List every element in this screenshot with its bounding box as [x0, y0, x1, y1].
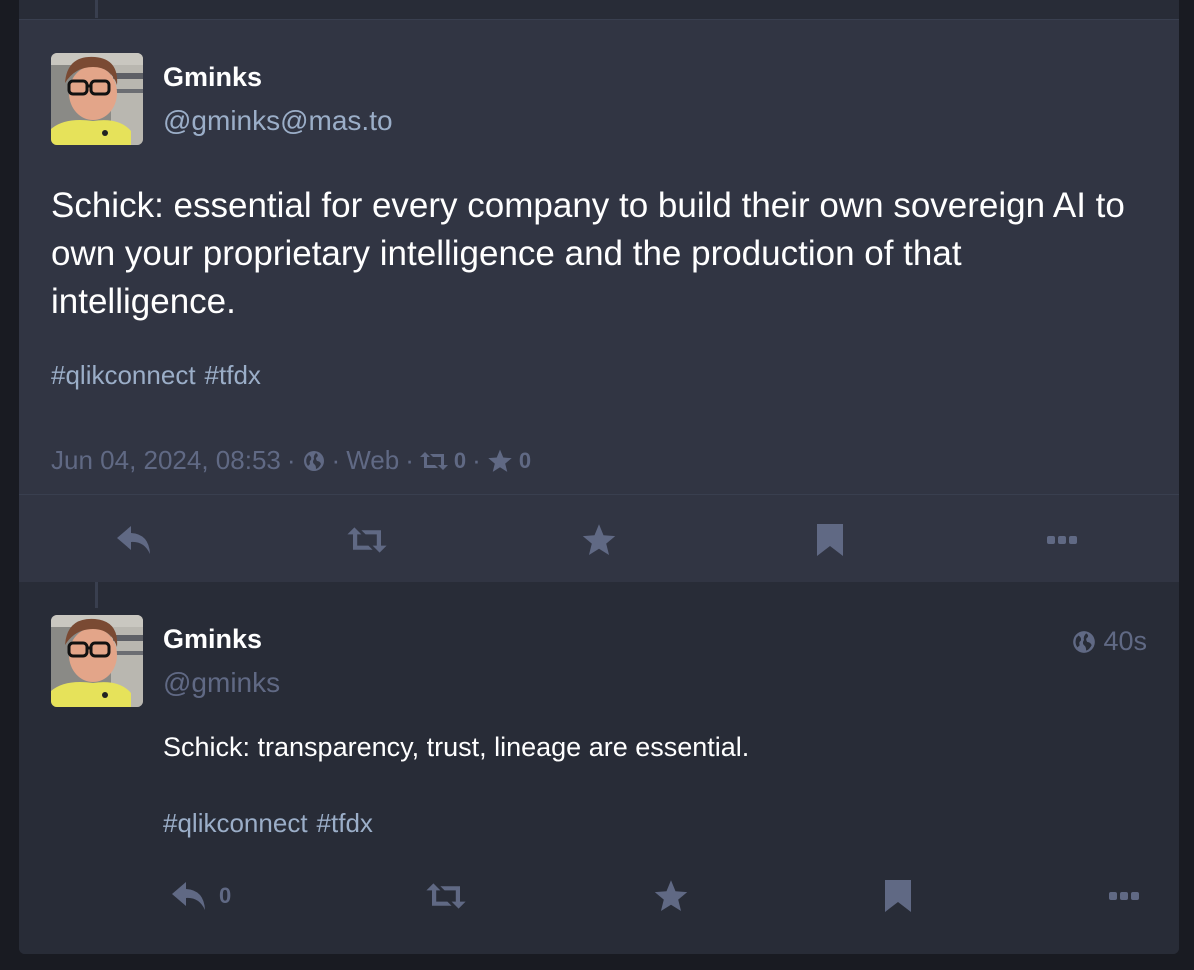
display-name[interactable]: Gminks	[163, 62, 262, 93]
bookmark-button[interactable]	[815, 524, 845, 556]
boost-button[interactable]	[425, 882, 467, 910]
relative-time-label: 40s	[1103, 626, 1147, 656]
thread-column: Gminks @gminks@mas.to Schick: essential …	[19, 0, 1179, 954]
hashtag-link[interactable]: #qlikconnect	[51, 360, 196, 390]
avatar[interactable]	[51, 53, 143, 145]
reply-count: 0	[219, 883, 232, 908]
more-icon	[1109, 892, 1139, 900]
separator-dot: ·	[405, 445, 414, 475]
star-icon	[654, 880, 688, 911]
star-icon	[487, 448, 513, 474]
reply-icon	[172, 882, 205, 910]
bookmark-icon	[885, 880, 911, 912]
more-button[interactable]	[1045, 535, 1079, 545]
status-date[interactable]: Jun 04, 2024, 08:53	[51, 445, 281, 476]
status-content: Schick: transparency, trust, lineage are…	[163, 732, 750, 762]
reply-status[interactable]: Gminks @gminks 40s Schick: transparency,…	[19, 582, 1179, 954]
star-icon	[582, 524, 616, 555]
hashtag-list: #qlikconnect #tfdx	[51, 360, 270, 391]
favourite-button[interactable]	[579, 522, 619, 558]
separator-dot: ·	[331, 445, 341, 475]
separator-dot: ·	[286, 445, 296, 475]
globe-icon	[1073, 630, 1096, 653]
boost-button[interactable]	[345, 526, 389, 554]
favourite-count[interactable]: 0	[519, 448, 531, 474]
avatar[interactable]	[51, 615, 143, 707]
detailed-status: Gminks @gminks@mas.to Schick: essential …	[19, 19, 1179, 582]
more-icon	[1047, 536, 1077, 544]
bookmark-button[interactable]	[885, 880, 911, 912]
separator-dot: ·	[472, 445, 481, 475]
thread-connector	[95, 0, 98, 18]
reply-button[interactable]	[115, 524, 155, 556]
status-meta: Jun 04, 2024, 08:53 · · Web · 0 · 0	[51, 445, 531, 476]
relative-time[interactable]: 40s	[1071, 626, 1147, 657]
divider	[19, 494, 1179, 495]
boost-icon	[347, 527, 387, 553]
account-handle[interactable]: @gminks@mas.to	[163, 105, 393, 137]
hashtag-link[interactable]: #tfdx	[317, 808, 373, 838]
action-bar: 0	[19, 876, 1179, 916]
reply-icon	[117, 526, 150, 554]
status-content: Schick: essential for every company to b…	[51, 186, 1125, 321]
reply-button[interactable]: 0	[171, 880, 231, 912]
hashtag-list: #qlikconnect #tfdx	[163, 808, 382, 839]
boost-count[interactable]: 0	[454, 448, 466, 474]
boost-icon	[419, 451, 448, 471]
favourite-button[interactable]	[653, 878, 689, 914]
hashtag-link[interactable]: #qlikconnect	[163, 808, 308, 838]
more-button[interactable]	[1109, 891, 1139, 901]
application-name[interactable]: Web	[346, 445, 399, 476]
boost-icon	[426, 883, 466, 909]
action-bar	[19, 518, 1179, 562]
bookmark-icon	[817, 524, 843, 556]
display-name[interactable]: Gminks	[163, 624, 262, 655]
globe-icon	[302, 449, 326, 473]
thread-connector	[95, 582, 98, 608]
hashtag-link[interactable]: #tfdx	[205, 360, 261, 390]
account-handle[interactable]: @gminks	[163, 667, 280, 699]
